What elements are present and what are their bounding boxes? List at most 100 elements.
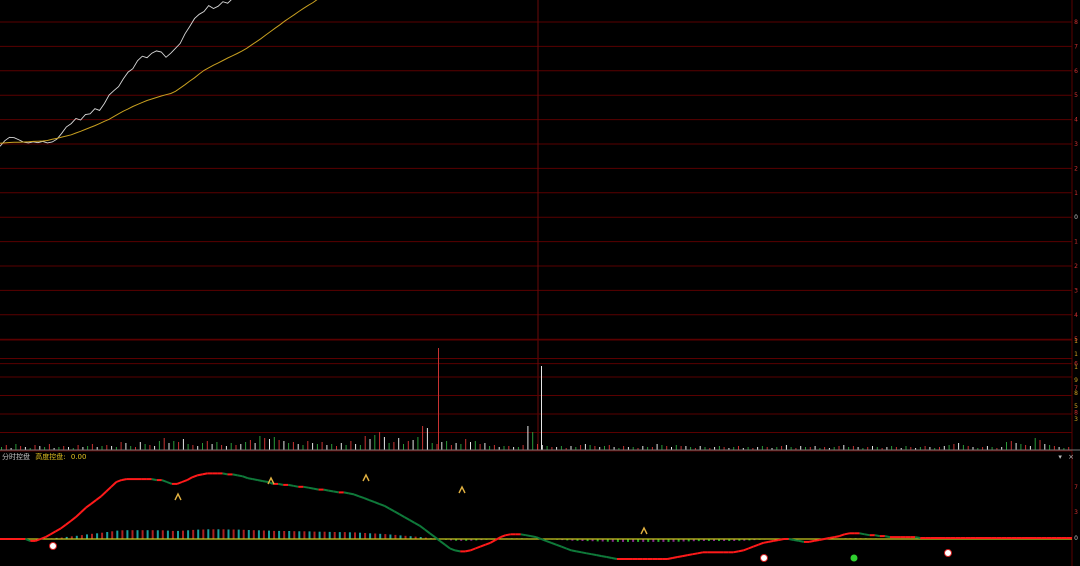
indicator-segment bbox=[202, 472, 208, 476]
indicator-panel-controls: ▾ × bbox=[1054, 451, 1074, 463]
indicator-name[interactable]: 分时控盘 bbox=[2, 453, 30, 461]
volume-bar bbox=[967, 446, 969, 450]
volume-bar bbox=[661, 445, 663, 450]
volume-bar bbox=[403, 444, 404, 450]
buy-signal-marker bbox=[49, 542, 57, 550]
histogram-bar bbox=[202, 529, 205, 539]
indicator-segment bbox=[121, 478, 127, 482]
volume-bar bbox=[144, 444, 146, 450]
indicator-segment bbox=[348, 492, 355, 496]
volume-axis-label: 5 bbox=[1074, 403, 1078, 410]
indicator-axis-label: 7 bbox=[1074, 484, 1078, 491]
indicator-segment bbox=[571, 549, 577, 553]
volume-bar bbox=[369, 439, 371, 450]
volume-bar bbox=[350, 441, 352, 450]
histogram-bar bbox=[156, 530, 159, 539]
volume-bar bbox=[474, 441, 476, 450]
volume-bar bbox=[168, 443, 170, 450]
volume-bar bbox=[1006, 442, 1007, 450]
volume-bar bbox=[91, 444, 93, 450]
volume-bar bbox=[398, 438, 400, 450]
histogram-bar bbox=[126, 530, 129, 539]
volume-bar bbox=[388, 443, 390, 450]
histogram-bar bbox=[308, 531, 311, 539]
volume-axis-label: 1 bbox=[1074, 351, 1078, 358]
histogram-bar bbox=[91, 533, 93, 539]
histogram-bar bbox=[96, 533, 99, 539]
volume-bar bbox=[489, 446, 491, 450]
volume-bar bbox=[5, 445, 7, 450]
histogram-bar bbox=[298, 531, 301, 539]
volume-bar bbox=[422, 426, 424, 450]
volume-bar bbox=[273, 437, 275, 450]
volume-bar bbox=[431, 443, 433, 450]
volume-axis-label: 3 bbox=[1074, 416, 1078, 423]
indicator-segment bbox=[313, 487, 319, 491]
indicator-segment bbox=[808, 539, 815, 543]
indicator-segment bbox=[465, 549, 471, 553]
histogram-bar bbox=[333, 532, 336, 539]
indicator-segment bbox=[798, 539, 805, 543]
volume-bar bbox=[450, 445, 452, 450]
volume-bar bbox=[493, 445, 495, 450]
indicator-segment bbox=[581, 551, 587, 555]
volume-bar bbox=[986, 446, 988, 450]
volume-bar bbox=[364, 436, 366, 450]
indicator-segment bbox=[733, 550, 739, 554]
intraday-chart[interactable]: 87654321012345678 1119853 730 bbox=[0, 0, 1080, 566]
volume-axis-label: 1 bbox=[1074, 338, 1078, 345]
volume-bar bbox=[312, 443, 314, 450]
indicator-segment bbox=[859, 532, 865, 536]
volume-bar bbox=[460, 444, 462, 450]
volume-bar bbox=[570, 446, 572, 450]
volume-bar bbox=[604, 446, 605, 450]
volume-bar bbox=[589, 445, 591, 450]
price-axis-label: 4 bbox=[1074, 117, 1078, 124]
price-axis-label: 3 bbox=[1074, 141, 1078, 148]
price-axis-label: 2 bbox=[1074, 263, 1078, 270]
volume-bar bbox=[905, 446, 907, 450]
volume-bar bbox=[254, 443, 256, 450]
histogram-bar bbox=[222, 529, 225, 539]
volume-bar bbox=[800, 446, 802, 450]
indicator-param-value: 0.00 bbox=[70, 453, 87, 461]
volume-bar bbox=[173, 441, 175, 450]
close-icon[interactable]: × bbox=[1068, 453, 1074, 461]
volume-bar bbox=[331, 444, 333, 450]
indicator-segment bbox=[237, 474, 243, 478]
volume-bar bbox=[39, 446, 41, 450]
volume-bar bbox=[269, 439, 270, 450]
volume-bar bbox=[321, 442, 323, 450]
volume-bar bbox=[470, 442, 471, 450]
histogram-bar bbox=[237, 529, 240, 539]
indicator-segment bbox=[591, 553, 597, 557]
indicator-segment bbox=[576, 550, 582, 554]
volume-bar bbox=[288, 443, 290, 450]
price-axis-label: 8 bbox=[1074, 19, 1078, 26]
histogram-bar bbox=[257, 530, 260, 539]
indicator-segment bbox=[884, 535, 891, 539]
volume-bar bbox=[455, 443, 457, 450]
volume-bar bbox=[436, 444, 438, 450]
indicator-segment bbox=[303, 485, 309, 489]
volume-bar bbox=[814, 446, 816, 450]
volume-bar bbox=[1015, 443, 1017, 450]
volume-bar bbox=[249, 440, 251, 450]
volume-bar bbox=[259, 436, 261, 450]
volume-bar bbox=[101, 446, 103, 450]
volume-bar bbox=[412, 440, 414, 450]
histogram-bar bbox=[359, 532, 361, 539]
volume-bar bbox=[240, 444, 242, 450]
histogram-bar bbox=[146, 530, 149, 539]
volume-bar bbox=[761, 446, 763, 450]
volume-bar bbox=[264, 438, 266, 450]
price-axis-label: 1 bbox=[1074, 239, 1078, 246]
volume-bar bbox=[1010, 441, 1012, 450]
volume-bar bbox=[63, 446, 65, 450]
price-axis-label: 5 bbox=[1074, 92, 1078, 99]
indicator-segment bbox=[606, 556, 612, 559]
histogram-bar bbox=[116, 530, 119, 539]
indicator-segment bbox=[247, 477, 253, 481]
collapse-icon[interactable]: ▾ bbox=[1058, 453, 1062, 461]
volume-bar bbox=[326, 445, 328, 450]
